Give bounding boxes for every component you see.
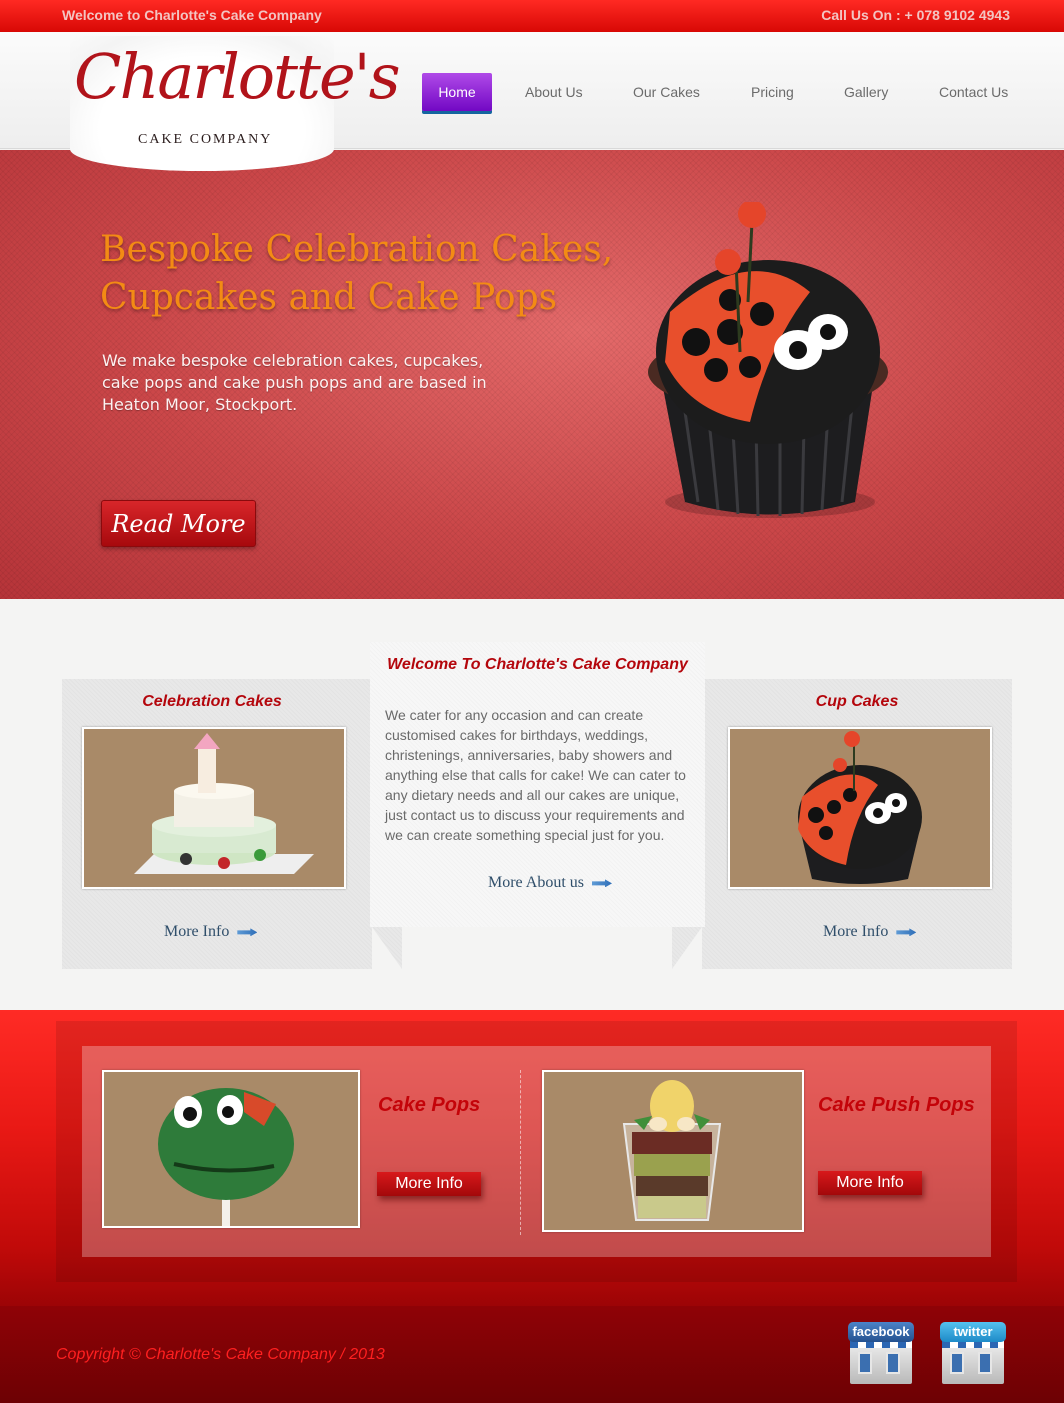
welcome-text-body: We cater for any occasion and can create… <box>385 707 686 843</box>
arrow-right-icon <box>896 928 917 937</box>
welcome-panel: Welcome To Charlotte's Cake Company We c… <box>370 642 705 927</box>
logo-script-text: Charlotte's <box>74 40 401 113</box>
celebration-cakes-more-info-link[interactable]: More Info <box>164 923 258 941</box>
hero-description: We make bespoke celebration cakes, cupca… <box>102 351 487 414</box>
facebook-label: facebook <box>848 1322 914 1342</box>
nav-about-us[interactable]: About Us <box>525 73 583 111</box>
cake-push-pops-more-info-button[interactable]: More Info <box>818 1171 922 1195</box>
twitter-label: twitter <box>940 1322 1006 1342</box>
copyright-text: Copyright © Charlotte's Cake Company / 2… <box>56 1346 385 1363</box>
celebration-cakes-title: Celebration Cakes <box>142 693 282 710</box>
ladybird-cupcake-image <box>648 202 888 518</box>
arrow-right-icon <box>592 879 612 888</box>
cake-pop-image <box>102 1070 360 1228</box>
more-about-us-link[interactable]: More About us <box>488 874 612 892</box>
cake-pops-title: Cake Pops <box>378 1094 481 1116</box>
celebration-cake-image <box>82 727 346 889</box>
cake-push-pops-title: Cake Push Pops <box>818 1094 975 1116</box>
hero-title: Bespoke Celebration Cakes, Cupcakes and … <box>100 229 614 318</box>
nav-contact-us[interactable]: Contact Us <box>939 73 1008 111</box>
cake-pops-more-info-button[interactable]: More Info <box>377 1172 481 1196</box>
cupcake-image <box>728 727 992 889</box>
site-footer: Copyright © Charlotte's Cake Company / 2… <box>0 1306 1064 1403</box>
welcome-text: Welcome to Charlotte's Cake Company <box>62 7 322 23</box>
top-bar: Welcome to Charlotte's Cake Company Call… <box>0 0 1064 32</box>
read-more-button[interactable]: Read More <box>101 500 256 547</box>
cup-cakes-title: Cup Cakes <box>815 693 899 710</box>
facebook-icon[interactable]: facebook <box>846 1318 916 1388</box>
arrow-right-icon <box>237 928 258 937</box>
phone-number[interactable]: Call Us On : + 078 9102 4943 <box>821 7 1010 23</box>
twitter-icon[interactable]: twitter <box>938 1318 1008 1388</box>
nav-home[interactable]: Home <box>422 73 492 111</box>
site-header: Charlotte's Cake Company Home About Us O… <box>0 32 1064 171</box>
welcome-title: Welcome To Charlotte's Cake Company <box>387 656 688 673</box>
logo-subtitle: Cake Company <box>138 132 273 147</box>
cup-cakes-more-info-link[interactable]: More Info <box>823 923 917 941</box>
cake-push-pop-image <box>542 1070 804 1232</box>
nav-gallery[interactable]: Gallery <box>844 73 888 111</box>
cup-cakes-panel: Cup Cakes More Info <box>672 679 1012 969</box>
hero-banner: Bespoke Celebration Cakes, Cupcakes and … <box>0 150 1064 599</box>
band-divider <box>520 1070 521 1235</box>
nav-pricing[interactable]: Pricing <box>751 73 794 111</box>
logo[interactable]: Charlotte's Cake Company <box>70 36 401 171</box>
nav-our-cakes[interactable]: Our Cakes <box>633 73 700 111</box>
celebration-cakes-panel: Celebration Cakes More Info <box>62 679 402 969</box>
